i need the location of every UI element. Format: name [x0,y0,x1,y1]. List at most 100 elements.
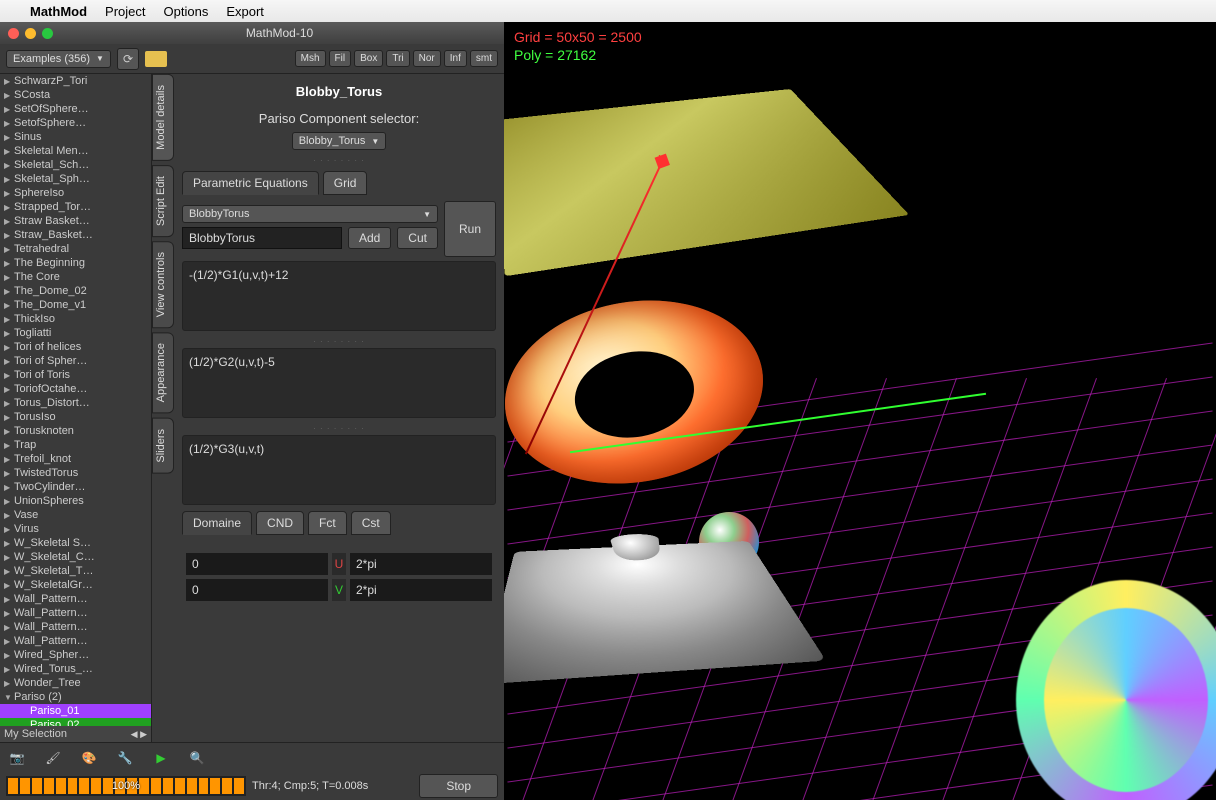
tree-item[interactable]: ▶ Skeletal_Sph… [0,172,151,186]
tree-footer[interactable]: My Selection ◀ ▶ [0,726,151,742]
tree-item[interactable]: ▶ The_Dome_v1 [0,298,151,312]
formula-y[interactable]: (1/2)*G2(u,v,t)-5 [182,348,496,418]
u-min-input[interactable]: 0 [186,553,328,575]
search-icon[interactable]: 🔍 [188,749,206,767]
palette-icon[interactable]: 🎨 [80,749,98,767]
tab-grid[interactable]: Grid [323,171,368,195]
tree-item[interactable]: ▶ Strapped_Tor… [0,200,151,214]
minimize-icon[interactable] [25,28,36,39]
btn-smt[interactable]: smt [470,50,498,67]
tree-item-pariso-child[interactable]: Pariso_02 [0,718,151,726]
wrench-icon[interactable]: 🔧 [116,749,134,767]
close-icon[interactable] [8,28,19,39]
tree-item[interactable]: ▶ Torus_Distort… [0,396,151,410]
brush-icon[interactable]: 🖌 [44,749,62,767]
tree-item[interactable]: ▶ Straw_Basket… [0,228,151,242]
tree-item[interactable]: ▶ SphereIso [0,186,151,200]
u-max-input[interactable]: 2*pi [350,553,492,575]
tree-item[interactable]: ▶ Wall_Pattern… [0,634,151,648]
zoom-icon[interactable] [42,28,53,39]
tree-item[interactable]: ▶ SetofSphere… [0,116,151,130]
tab-domaine[interactable]: Domaine [182,511,252,535]
tree-item-pariso-child[interactable]: Pariso_01 [0,704,151,718]
tree-item[interactable]: ▶ SCosta [0,88,151,102]
tree-item[interactable]: ▶ Tori of Spher… [0,354,151,368]
v-max-input[interactable]: 2*pi [350,579,492,601]
tree-item[interactable]: ▶ The Core [0,270,151,284]
tree-item[interactable]: ▶ Wall_Pattern… [0,620,151,634]
add-button[interactable]: Add [348,227,391,249]
tree-item[interactable]: ▶ Wired_Spher… [0,648,151,662]
tree-item[interactable]: ▶ TorusIso [0,410,151,424]
tree-item[interactable]: ▶ W_Skeletal_C… [0,550,151,564]
v-min-input[interactable]: 0 [186,579,328,601]
tree-item[interactable]: ▶ Trefoil_knot [0,452,151,466]
formula-x[interactable]: -(1/2)*G1(u,v,t)+12 [182,261,496,331]
cut-button[interactable]: Cut [397,227,438,249]
tree-item[interactable]: ▶ Tetrahedral [0,242,151,256]
btn-msh[interactable]: Msh [295,50,326,67]
tree-item[interactable]: ▶ Vase [0,508,151,522]
examples-combo[interactable]: Examples (356)▼ [6,50,111,68]
menu-options[interactable]: Options [164,4,209,19]
tree-item[interactable]: ▶ The_Dome_02 [0,284,151,298]
btn-tri[interactable]: Tri [386,50,409,67]
tree-item[interactable]: ▶ UnionSpheres [0,494,151,508]
tree-item[interactable]: ▶ Wonder_Tree [0,676,151,690]
3d-viewport[interactable]: X Grid = 50x50 = 2500 Poly = 27162 [504,22,1216,800]
tree-item[interactable]: ▶ The Beginning [0,256,151,270]
tree-item[interactable]: ▶ TwistedTorus [0,466,151,480]
tree-item[interactable]: ▶ ToriofOctahe… [0,382,151,396]
tree-item[interactable]: ▶ Skeletal_Sch… [0,158,151,172]
btn-fil[interactable]: Fil [329,50,352,67]
tree-item[interactable]: ▶ W_Skeletal_T… [0,564,151,578]
refresh-button[interactable]: ⟳ [117,48,139,70]
tab-fct[interactable]: Fct [308,511,347,535]
vtab-script-edit[interactable]: Script Edit [152,165,174,237]
separator[interactable]: · · · · · · · · [182,337,496,346]
stop-button[interactable]: Stop [419,774,498,798]
tree-item[interactable]: ▶ W_SkeletalGr… [0,578,151,592]
vtab-view-controls[interactable]: View controls [152,241,174,328]
vtab-sliders[interactable]: Sliders [152,418,174,474]
vtab-model-details[interactable]: Model details [152,74,174,161]
model-tree[interactable]: ▶ SchwarzP_Tori▶ SCosta▶ SetOfSphere…▶ S… [0,74,151,726]
separator[interactable]: · · · · · · · · [182,424,496,433]
btn-box[interactable]: Box [354,50,383,67]
formula-z[interactable]: (1/2)*G3(u,v,t) [182,435,496,505]
tree-item[interactable]: ▶ Torusknoten [0,424,151,438]
vtab-appearance[interactable]: Appearance [152,332,174,413]
tree-item[interactable]: ▶ Virus [0,522,151,536]
tree-item[interactable]: ▶ Tori of helices [0,340,151,354]
btn-inf[interactable]: Inf [444,50,467,67]
tree-item[interactable]: ▶ Sinus [0,130,151,144]
tree-item-pariso[interactable]: ▼ Pariso (2) [0,690,151,704]
menu-export[interactable]: Export [226,4,264,19]
tree-item[interactable]: ▶ Wired_Torus_… [0,662,151,676]
tree-item[interactable]: ▶ SetOfSphere… [0,102,151,116]
tab-cnd[interactable]: CND [256,511,304,535]
play-icon[interactable]: ▶ [152,749,170,767]
tree-item[interactable]: ▶ Trap [0,438,151,452]
tree-item[interactable]: ▶ Wall_Pattern… [0,592,151,606]
tree-item[interactable]: ▶ TwoCylinder… [0,480,151,494]
folder-icon[interactable] [145,51,167,67]
component-name-input[interactable]: BlobbyTorus [182,227,342,249]
tree-item[interactable]: ▶ ThickIso [0,312,151,326]
tree-item[interactable]: ▶ Wall_Pattern… [0,606,151,620]
tree-item[interactable]: ▶ Straw Basket… [0,214,151,228]
tree-item[interactable]: ▶ Tori of Toris [0,368,151,382]
tree-item[interactable]: ▶ Togliatti [0,326,151,340]
tab-parametric-equations[interactable]: Parametric Equations [182,171,319,195]
pariso-component-combo[interactable]: Blobby_Torus▼ [292,132,387,150]
btn-nor[interactable]: Nor [413,50,441,67]
app-name[interactable]: MathMod [30,4,87,19]
camera-icon[interactable]: 📷 [8,749,26,767]
component-combo[interactable]: BlobbyTorus▼ [182,205,438,223]
tree-item[interactable]: ▶ W_Skeletal S… [0,536,151,550]
tree-item[interactable]: ▶ SchwarzP_Tori [0,74,151,88]
tab-cst[interactable]: Cst [351,511,391,535]
run-button[interactable]: Run [444,201,496,257]
menu-project[interactable]: Project [105,4,145,19]
tree-item[interactable]: ▶ Skeletal Men… [0,144,151,158]
